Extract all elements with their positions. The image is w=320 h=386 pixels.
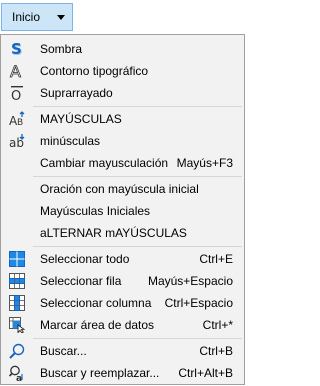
menu-item-label: Marcar área de datos [40,318,155,332]
menu-item-label: Mayúsculas Iniciales [40,204,151,218]
menu-item-buscar-reemplazar[interactable]: a Buscar y reemplazar... Ctrl+Alt+B [1,362,244,384]
lowercase-icon: ab [9,133,25,149]
svg-text:A: A [10,63,21,79]
inicio-menu-label: Inicio [12,10,41,24]
menu-item-sombra[interactable]: S S Sombra [1,38,244,60]
select-column-icon [9,295,25,311]
inicio-menu-button[interactable]: Inicio [1,3,73,31]
inicio-dropdown-menu: S S Sombra A Contorno tipográfico O Supr… [0,34,245,385]
menu-item-marcar-area[interactable]: Marcar área de datos Ctrl+* [1,314,244,336]
svg-text:S: S [11,41,22,57]
mark-data-area-icon [9,317,25,333]
menu-item-alternar[interactable]: aLTERNAR mAYÚSCULAS [1,222,244,244]
uppercase-icon: A B [9,111,25,127]
select-row-icon [9,273,25,289]
menu-separator [33,106,242,107]
svg-text:B: B [17,118,23,127]
menu-item-shortcut: Mayús+F3 [176,156,233,170]
menu-item-cambiar-mayusculacion[interactable]: Cambiar mayusculación Mayús+F3 [1,152,244,174]
menu-item-seleccionar-columna[interactable]: Seleccionar columna Ctrl+Espacio [1,292,244,314]
menu-item-shortcut: Ctrl+Alt+B [178,366,233,380]
menu-item-contorno[interactable]: A Contorno tipográfico [1,60,244,82]
menu-item-label: Seleccionar fila [40,274,122,288]
menu-item-label: Sombra [40,42,83,56]
shadow-text-icon: S S [9,41,25,57]
menu-item-mayusculas-iniciales[interactable]: Mayúsculas Iniciales [1,200,244,222]
menu-item-shortcut: Ctrl+Espacio [164,296,233,310]
menu-item-label: Suprarrayado [40,86,113,100]
overline-icon: O [9,85,25,101]
chevron-down-icon [57,15,65,20]
outline-text-icon: A [9,63,25,79]
menu-item-label: aLTERNAR mAYÚSCULAS [40,226,187,240]
menu-item-mayusculas[interactable]: A B MAYÚSCULAS [1,108,244,130]
menu-separator [33,338,242,339]
menu-item-seleccionar-todo[interactable]: Seleccionar todo Ctrl+E [1,248,244,270]
menu-item-label: Oración con mayúscula inicial [40,182,199,196]
menu-item-label: MAYÚSCULAS [40,112,122,126]
svg-text:O: O [11,89,21,101]
menu-item-buscar[interactable]: Buscar... Ctrl+B [1,340,244,362]
menu-item-label: Contorno tipográfico [40,64,149,78]
menu-bar: Inicio [0,0,247,34]
menu-item-shortcut: Ctrl+* [202,318,233,332]
svg-text:a: a [16,374,22,381]
find-replace-icon: a [9,365,25,381]
menu-item-oracion[interactable]: Oración con mayúscula inicial [1,178,244,200]
menu-item-shortcut: Ctrl+E [199,252,233,266]
menu-item-label: Seleccionar todo [40,252,130,266]
menu-item-minusculas[interactable]: ab minúsculas [1,130,244,152]
menu-item-label: Cambiar mayusculación [40,156,169,170]
menu-item-label: Buscar y reemplazar... [40,366,160,380]
menu-item-label: Seleccionar columna [40,296,152,310]
menu-item-shortcut: Ctrl+B [199,344,233,358]
menu-separator [33,176,242,177]
menu-item-label: minúsculas [40,134,101,148]
menu-item-suprarrayado[interactable]: O Suprarrayado [1,82,244,104]
menu-separator [33,246,242,247]
menu-item-shortcut: Mayús+Espacio [147,274,233,288]
menu-item-label: Buscar... [40,344,87,358]
search-icon [9,343,25,359]
select-all-icon [9,251,25,267]
menu-item-seleccionar-fila[interactable]: Seleccionar fila Mayús+Espacio [1,270,244,292]
